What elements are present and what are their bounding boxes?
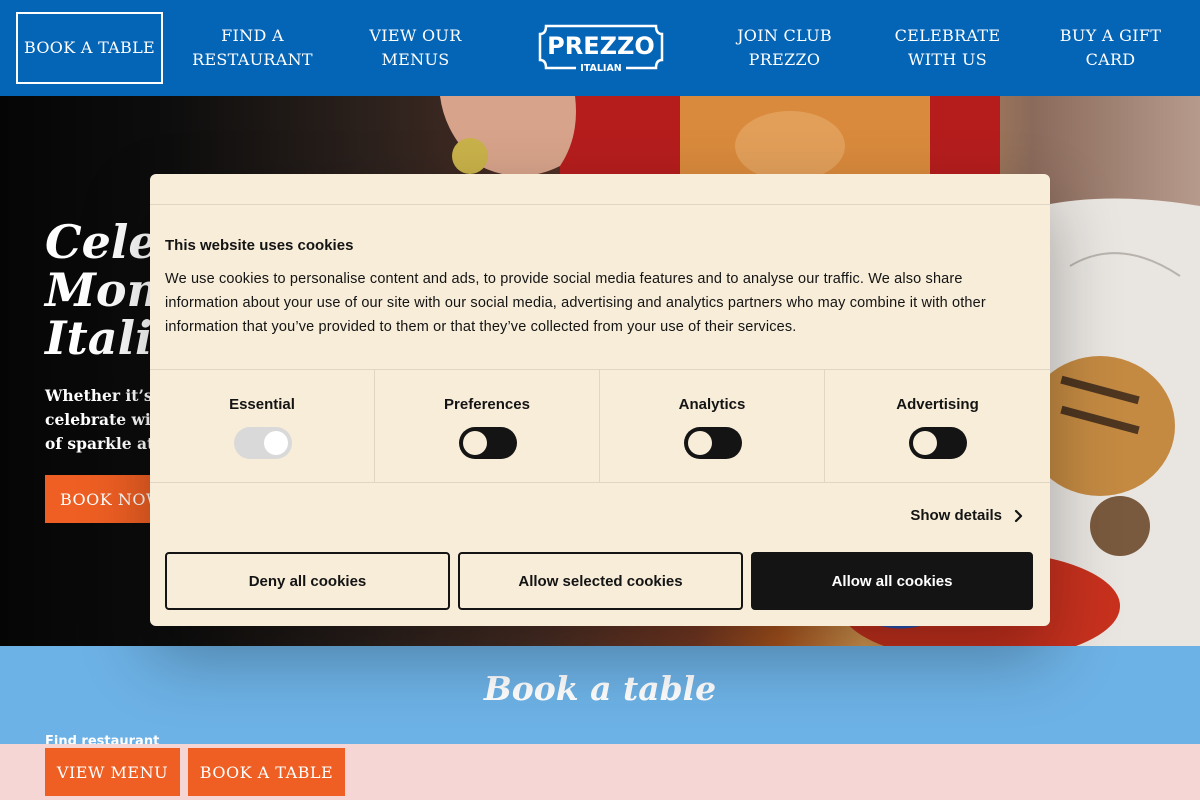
show-details-label: Show details (910, 507, 1002, 524)
prezzo-logo[interactable]: PREZZO ITALIAN (536, 22, 666, 74)
logo-wordmark: PREZZO (547, 32, 655, 60)
allow-all-cookies-button[interactable]: Allow all cookies (751, 552, 1033, 610)
book-table-heading: Book a table (483, 669, 717, 708)
show-details-link[interactable]: Show details (910, 507, 1024, 524)
nav-celebrate-link[interactable]: CELEBRATE WITH US (874, 12, 1021, 84)
advertising-toggle[interactable] (909, 427, 967, 459)
top-navigation: BOOK A TABLE FIND A RESTAURANT VIEW OUR … (0, 0, 1200, 96)
preferences-toggle[interactable] (459, 427, 517, 459)
toggle-knob (688, 431, 712, 455)
category-label: Essential (229, 396, 295, 413)
nav-gift-card-link[interactable]: BUY A GIFT CARD (1037, 12, 1184, 84)
logo-subtitle: ITALIAN (580, 63, 622, 74)
cookie-category-preferences: Preferences (375, 370, 600, 482)
bottom-sticky-bar: VIEW MENU BOOK A TABLE (0, 744, 1200, 800)
allow-selected-cookies-button[interactable]: Allow selected cookies (458, 552, 743, 610)
nav-join-club-link[interactable]: JOIN CLUB PREZZO (711, 12, 858, 84)
cookie-category-advertising: Advertising (825, 370, 1050, 482)
toggle-knob (913, 431, 937, 455)
toggle-knob (463, 431, 487, 455)
category-label: Preferences (444, 396, 530, 413)
cookie-dialog-body: We use cookies to personalise content an… (165, 271, 986, 335)
cookie-category-analytics: Analytics (600, 370, 825, 482)
book-table-button[interactable]: BOOK A TABLE (188, 748, 345, 796)
cookie-category-essential: Essential (150, 370, 375, 482)
analytics-toggle[interactable] (684, 427, 742, 459)
nav-find-restaurant-link[interactable]: FIND A RESTAURANT (179, 12, 326, 84)
chevron-right-icon (1014, 509, 1023, 522)
deny-all-cookies-button[interactable]: Deny all cookies (165, 552, 450, 610)
view-menu-button[interactable]: VIEW MENU (45, 748, 180, 796)
book-table-section: Book a table Find restaurant (0, 646, 1200, 749)
nav-view-menus-link[interactable]: VIEW OUR MENUS (342, 12, 489, 84)
cookie-dialog-title: This website uses cookies (165, 237, 354, 254)
divider (150, 204, 1050, 205)
cookie-categories: Essential Preferences Analytics Advertis… (150, 369, 1050, 483)
nav-book-table-button[interactable]: BOOK A TABLE (16, 12, 163, 84)
toggle-knob (264, 431, 288, 455)
cookie-consent-dialog: This website uses cookies We use cookies… (150, 174, 1050, 626)
category-label: Advertising (896, 396, 979, 413)
category-label: Analytics (678, 396, 746, 413)
essential-toggle (234, 427, 292, 459)
